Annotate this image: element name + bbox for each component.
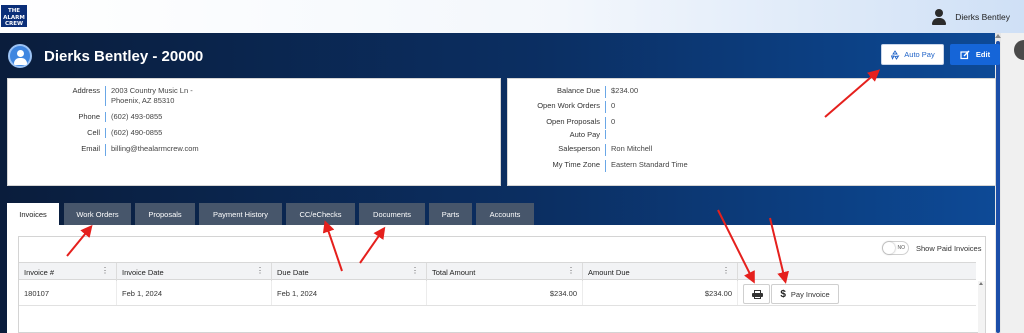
kebab-icon[interactable]: ⋮ — [101, 267, 109, 275]
cell-due-date: Feb 1, 2024 — [272, 281, 427, 305]
scroll-up-icon[interactable] — [979, 282, 983, 285]
open-work-orders-row: Open Work Orders 0 — [520, 101, 615, 113]
tab-work-orders[interactable]: Work Orders — [64, 203, 131, 225]
open-work-orders-value: 0 — [611, 101, 616, 110]
right-gutter — [1001, 33, 1024, 333]
phone-label: Phone — [78, 112, 100, 121]
pay-invoice-label: Pay Invoice — [790, 289, 830, 299]
page-title: Dierks Bentley - 20000 — [44, 48, 204, 65]
address-line1: 2003 Country Music Ln - — [111, 86, 193, 95]
table-header: Invoice # ⋮ Invoice Date ⋮ Due Date ⋮ To… — [19, 262, 976, 281]
scroll-thumb[interactable] — [996, 41, 1000, 333]
company-logo[interactable]: THE ALARM CREW — [1, 5, 27, 27]
salesperson-value: Ron Mitchell — [611, 144, 653, 153]
column-label: Due Date — [277, 267, 309, 277]
column-label: Invoice Date — [122, 267, 164, 277]
tab-proposals[interactable]: Proposals — [135, 203, 195, 225]
pay-invoice-button[interactable]: $ Pay Invoice — [771, 284, 839, 304]
tab-cc-echecks[interactable]: CC/eChecks — [286, 203, 355, 225]
salesperson-row: Salesperson Ron Mitchell — [520, 144, 652, 156]
balance-row: Balance Due $234.00 — [520, 86, 638, 98]
address-label: Address — [72, 86, 100, 95]
tab-accounts[interactable]: Accounts — [476, 203, 534, 225]
user-menu[interactable]: Dierks Bentley — [932, 9, 1010, 25]
tab-invoices[interactable]: Invoices — [7, 203, 59, 225]
address-value: 2003 Country Music Ln - Phoenix, AZ 8531… — [111, 86, 193, 106]
open-proposals-value: 0 — [611, 117, 616, 126]
column-label: Invoice # — [24, 267, 55, 277]
timezone-row: My Time Zone Eastern Standard Time — [520, 160, 688, 172]
column-header-total-amount[interactable]: Total Amount ⋮ — [427, 263, 583, 281]
row-divider — [19, 305, 976, 306]
printer-icon — [752, 290, 763, 299]
logo-text: CREW — [4, 21, 24, 27]
email-label: Email — [81, 144, 100, 153]
cell-row: Cell (602) 490-0855 — [30, 128, 162, 138]
column-label: Amount Due — [588, 267, 630, 277]
print-invoice-button[interactable] — [743, 284, 770, 304]
phone-value[interactable]: (602) 493-0855 — [111, 112, 162, 122]
address-line2: Phoenix, AZ 85310 — [111, 96, 175, 105]
auto-pay-row: Auto Pay — [520, 130, 611, 140]
column-header-invoice-number[interactable]: Invoice # ⋮ — [19, 263, 117, 281]
user-name: Dierks Bentley — [955, 12, 1010, 22]
timezone-value: Eastern Standard Time — [611, 160, 688, 169]
top-bar: THE ALARM CREW Dierks Bentley — [0, 0, 1024, 33]
cell-value[interactable]: (602) 490-0855 — [111, 128, 162, 138]
open-proposals-row: Open Proposals 0 — [520, 117, 615, 129]
auto-pay-info-label: Auto Pay — [569, 130, 600, 139]
edit-label: Edit — [975, 50, 991, 59]
column-label: Total Amount — [432, 267, 476, 277]
user-icon — [932, 9, 947, 25]
kebab-icon[interactable]: ⋮ — [411, 267, 419, 275]
cell-total-amount: $234.00 — [427, 281, 583, 305]
auto-pay-button[interactable]: Auto Pay — [881, 44, 944, 65]
open-work-orders-label: Open Work Orders — [537, 101, 600, 110]
email-value[interactable]: billing@thealarmcrew.com — [111, 144, 199, 156]
column-header-invoice-date[interactable]: Invoice Date ⋮ — [117, 263, 272, 281]
show-paid-toggle[interactable]: NO — [882, 241, 909, 255]
edit-button[interactable]: Edit — [950, 44, 1000, 65]
toggle-state: NO — [897, 245, 906, 251]
email-row: Email billing@thealarmcrew.com — [30, 144, 199, 156]
cell-invoice-number[interactable]: 180107 — [19, 281, 117, 305]
salesperson-label: Salesperson — [558, 144, 600, 153]
edit-icon — [960, 50, 970, 59]
customer-avatar-icon — [8, 44, 32, 68]
kebab-icon[interactable]: ⋮ — [567, 267, 575, 275]
cell-amount-due: $234.00 — [583, 281, 738, 305]
show-paid-label: Show Paid Invoices — [916, 244, 982, 253]
tab-documents[interactable]: Documents — [359, 203, 425, 225]
column-header-due-date[interactable]: Due Date ⋮ — [272, 263, 427, 281]
column-header-amount-due[interactable]: Amount Due ⋮ — [583, 263, 738, 281]
cell-label: Cell — [87, 128, 100, 137]
timezone-label: My Time Zone — [552, 160, 600, 169]
phone-row: Phone (602) 493-0855 — [30, 112, 162, 122]
scroll-up-icon[interactable] — [995, 34, 1001, 38]
table-scrollbar[interactable] — [978, 281, 985, 333]
cell-invoice-date: Feb 1, 2024 — [117, 281, 272, 305]
address-row: Address 2003 Country Music Ln - Phoenix,… — [30, 86, 193, 106]
kebab-icon[interactable]: ⋮ — [256, 267, 264, 275]
toggle-knob[interactable] — [883, 242, 895, 254]
recycle-icon — [891, 49, 900, 60]
tab-payment-history[interactable]: Payment History — [199, 203, 282, 225]
tab-parts[interactable]: Parts — [429, 203, 472, 225]
kebab-icon[interactable]: ⋮ — [722, 267, 730, 275]
balance-value: $234.00 — [611, 86, 639, 95]
auto-pay-label: Auto Pay — [904, 50, 935, 59]
dollar-icon: $ — [780, 288, 786, 300]
balance-label: Balance Due — [557, 86, 600, 95]
open-proposals-label: Open Proposals — [546, 117, 600, 126]
